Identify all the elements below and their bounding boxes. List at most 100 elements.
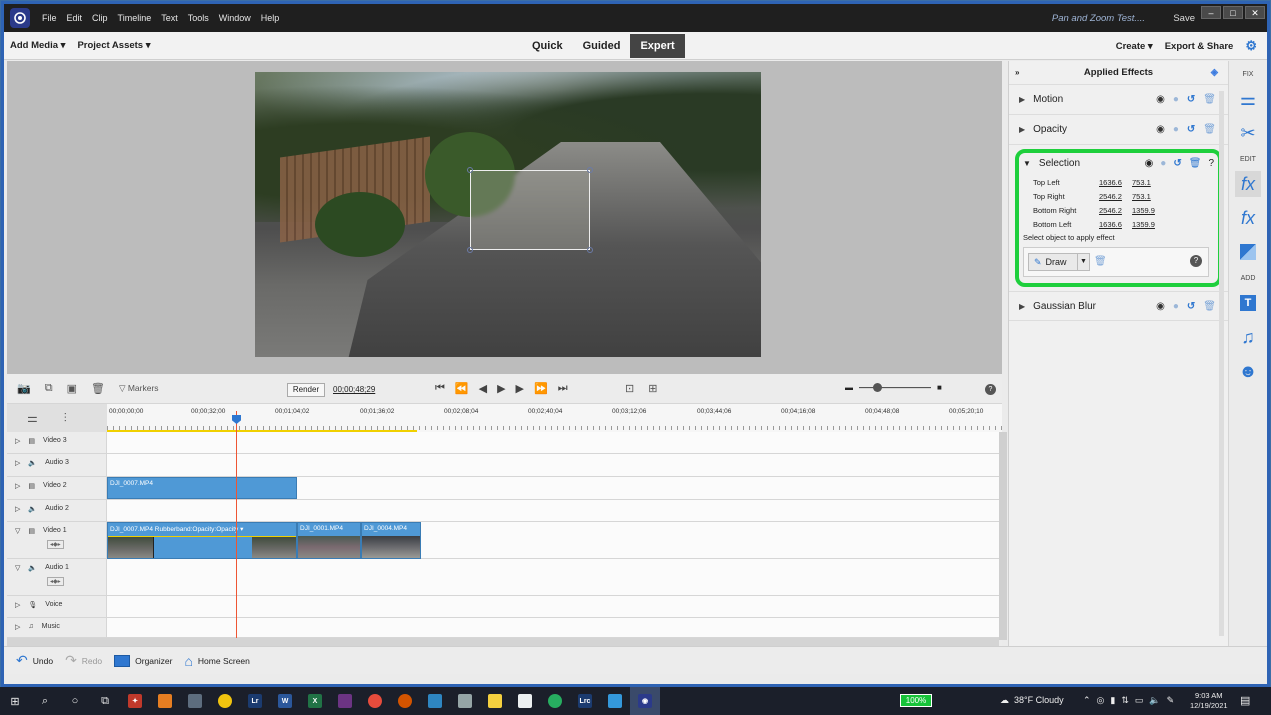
playhead-line[interactable] <box>236 411 237 638</box>
app-icon[interactable] <box>390 687 420 715</box>
draw-dropdown-icon[interactable]: ▼ <box>1077 254 1089 270</box>
home-screen-button[interactable]: ⌂ Home Screen <box>184 653 249 669</box>
mode-quick[interactable]: Quick <box>522 32 573 60</box>
transitions-icon[interactable] <box>1235 239 1261 265</box>
tools-icon[interactable]: ✂ <box>1235 120 1261 146</box>
keyframe-controls[interactable]: ◂◆▸ <box>47 540 64 549</box>
timeline-horizontal-scrollbar[interactable] <box>7 638 999 646</box>
track-lane[interactable] <box>107 618 999 637</box>
maximize-button[interactable]: □ <box>1223 6 1243 19</box>
coord-x[interactable]: 2546.2 <box>1099 206 1132 215</box>
help-icon[interactable]: ? <box>1208 158 1214 169</box>
zoom-out-icon[interactable]: ▬ <box>845 383 853 392</box>
expand-arrow-icon[interactable]: ▷ <box>15 601 20 617</box>
minimize-button[interactable]: ‒ <box>1201 6 1221 19</box>
app-icon[interactable] <box>180 687 210 715</box>
effect-row-selection[interactable]: ▼ Selection ◉ ● ↺ 🗑? <box>1019 153 1218 173</box>
network-icon[interactable]: ▭ <box>1135 695 1144 706</box>
track-lane[interactable]: DJI_0007.MP4 Rubberband:Opacity:Opacity … <box>107 522 999 559</box>
coord-y[interactable]: 1359.9 <box>1132 206 1165 215</box>
cortana-icon[interactable]: ○ <box>60 687 90 715</box>
draw-button[interactable]: ✎ Draw ▼ <box>1028 253 1090 271</box>
app-icon[interactable] <box>420 687 450 715</box>
trash-icon[interactable]: 🗑 <box>1203 301 1216 312</box>
settings-gear-icon[interactable]: ⚙ <box>1245 38 1257 54</box>
track-lane[interactable] <box>107 454 999 476</box>
create-menu[interactable]: Create ▾ <box>1116 41 1153 52</box>
task-view-icon[interactable]: ⧉ <box>90 687 120 715</box>
zoom-slider[interactable] <box>859 382 931 392</box>
add-media-menu[interactable]: Add Media ▾ <box>10 40 65 51</box>
clip-dji-0007-rubberband[interactable]: DJI_0007.MP4 Rubberband:Opacity:Opacity … <box>107 522 297 559</box>
expand-arrow-icon[interactable]: ▷ <box>15 437 20 453</box>
drop-icon[interactable]: ● <box>1160 158 1166 169</box>
trash-icon[interactable]: 🗑 <box>1203 94 1216 105</box>
selection-rectangle[interactable] <box>467 167 593 253</box>
volume-icon[interactable]: 🔈 <box>1149 695 1160 706</box>
camera-icon[interactable]: 📷 <box>17 382 31 395</box>
tray-app-icon[interactable]: ▮ <box>1110 695 1115 706</box>
drop-icon[interactable]: ● <box>1173 94 1179 105</box>
opacity-rubberband[interactable] <box>108 536 296 537</box>
delete-icon[interactable]: 🗑 <box>91 382 105 395</box>
menu-edit[interactable]: Edit <box>67 13 83 23</box>
app-icon[interactable] <box>600 687 630 715</box>
titles-icon[interactable]: T <box>1235 290 1261 316</box>
track-lane[interactable] <box>107 596 999 617</box>
expand-arrow-icon[interactable]: ▷ <box>15 505 20 521</box>
eye-icon[interactable]: ◉ <box>1156 124 1165 135</box>
app-icon[interactable] <box>150 687 180 715</box>
coord-x[interactable]: 1636.6 <box>1099 178 1132 187</box>
export-share-menu[interactable]: Export & Share <box>1165 41 1234 52</box>
menu-text[interactable]: Text <box>161 13 178 23</box>
expand-arrow-icon[interactable]: ▽ <box>15 527 20 558</box>
search-icon[interactable]: ⌕ <box>30 687 60 715</box>
coord-y[interactable]: 753.1 <box>1132 192 1165 201</box>
effect-row-motion[interactable]: ▶ Motion ◉ ● ↺ 🗑 <box>1009 85 1228 115</box>
fullscreen-icon[interactable]: ⊞ <box>648 382 657 395</box>
clip-dji-0001[interactable]: DJI_0001.MP4 <box>297 522 361 559</box>
tray-app-icon[interactable]: ⇅ <box>1121 695 1129 706</box>
graphics-icon[interactable]: ☻ <box>1235 358 1261 384</box>
video-preview[interactable] <box>255 72 761 357</box>
timecode-display[interactable]: 00;00;48;29 <box>333 385 375 394</box>
zoom-in-icon[interactable]: ■ <box>937 383 942 392</box>
lightroom-classic-icon[interactable]: Lrc <box>570 687 600 715</box>
menu-timeline[interactable]: Timeline <box>118 13 152 23</box>
mode-guided[interactable]: Guided <box>573 32 631 60</box>
track-lane[interactable]: DJI_0007.MP4 <box>107 477 999 499</box>
effect-row-opacity[interactable]: ▶ Opacity ◉ ● ↺ 🗑 <box>1009 115 1228 145</box>
time-ruler[interactable]: ⚌ ⫶ 00;00;00;00 00;00;32;00 00;01;04;02 … <box>7 404 1002 432</box>
word-icon[interactable]: W <box>270 687 300 715</box>
applied-effects-icon[interactable]: fx <box>1235 171 1261 197</box>
notifications-icon[interactable]: ▤ <box>1240 694 1250 707</box>
menu-help[interactable]: Help <box>261 13 280 23</box>
step-forward-icon[interactable]: ▶ <box>516 382 524 395</box>
track-settings-icon[interactable]: ⚌ <box>27 411 38 425</box>
expand-arrow-icon[interactable]: ▶ <box>1019 95 1025 104</box>
effect-row-gaussian-blur[interactable]: ▶ Gaussian Blur ◉ ● ↺ 🗑 <box>1009 291 1228 321</box>
app-icon[interactable] <box>540 687 570 715</box>
adjustments-icon[interactable]: ⚌ <box>1235 86 1261 112</box>
menu-tools[interactable]: Tools <box>188 13 209 23</box>
expand-arrow-icon[interactable]: ▷ <box>15 482 20 499</box>
project-assets-menu[interactable]: Project Assets ▾ <box>77 40 150 51</box>
coord-x[interactable]: 1636.6 <box>1099 220 1132 229</box>
film-icon[interactable]: ▣ <box>67 382 77 395</box>
track-lane[interactable] <box>107 432 999 453</box>
eye-icon[interactable]: ◉ <box>1156 301 1165 312</box>
effects-scrollbar[interactable] <box>1219 91 1224 636</box>
music-icon[interactable]: ♫ <box>1235 324 1261 350</box>
effects-options-icon[interactable]: ◈ <box>1211 67 1218 78</box>
menu-file[interactable]: File <box>42 13 57 23</box>
notepad-icon[interactable] <box>510 687 540 715</box>
pen-icon[interactable]: ✎ <box>1167 695 1175 706</box>
expand-arrow-icon[interactable]: ▷ <box>15 623 20 637</box>
app-icon[interactable] <box>330 687 360 715</box>
reset-icon[interactable]: ↺ <box>1187 124 1195 135</box>
close-button[interactable]: ✕ <box>1245 6 1265 19</box>
clock[interactable]: 9:03 AM 12/19/2021 <box>1190 691 1228 711</box>
ruler-lane[interactable]: 00;00;00;00 00;00;32;00 00;01;04;02 00;0… <box>107 404 1002 432</box>
redo-button[interactable]: ↷ Redo <box>65 652 102 669</box>
go-to-start-icon[interactable]: ⏮ <box>435 382 445 395</box>
